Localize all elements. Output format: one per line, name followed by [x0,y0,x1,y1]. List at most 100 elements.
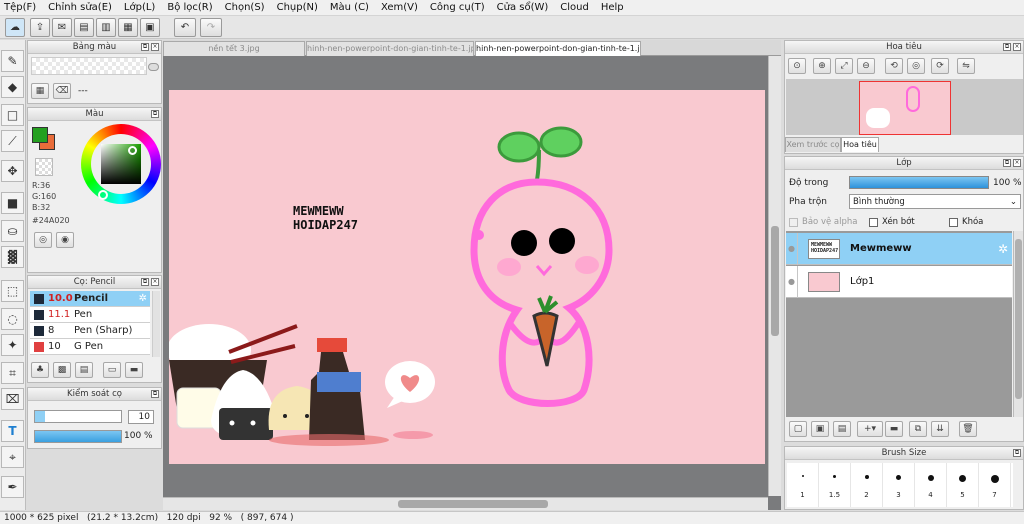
close-icon[interactable]: × [151,278,159,286]
brush-size-grid[interactable]: 1 1.5 2 3 4 5 7 [787,463,1013,507]
zoom-out-icon[interactable]: ⊖ [857,58,875,74]
flip-icon[interactable]: ⇋ [957,58,975,74]
menu-view[interactable]: Xem(V) [381,2,418,13]
add-palette-icon[interactable]: ▦ [31,83,49,99]
panel-icon[interactable]: ▦ [118,18,138,37]
chat-icon[interactable]: ✉ [52,18,72,37]
tab-doc-3[interactable]: hinh-nen-powerpoint-don-gian-tinh-te-1.j… [475,41,641,56]
brush-item-g-pen[interactable]: 10 G Pen [30,339,150,355]
brush-item-pencil[interactable]: 10.0 Pencil ✲ [30,291,150,307]
menu-tools[interactable]: Công cụ(T) [430,2,485,13]
layer-icon[interactable]: ▥ [96,18,116,37]
brush-size-cell[interactable]: 7 [979,463,1011,507]
new-layer-icon[interactable]: ▢ [789,421,807,437]
palette-swatches[interactable] [31,57,147,75]
artwork-canvas[interactable]: MEWMEWW HOIDAP247 [169,90,765,464]
float-icon[interactable]: ⧉ [1003,159,1011,167]
close-icon[interactable]: × [1013,43,1021,51]
delete-layer-icon[interactable]: 🗑 [959,421,977,437]
brush-tool-icon[interactable]: ✎ [1,50,24,72]
transparent-swatch[interactable] [35,158,53,176]
menu-color[interactable]: Màu (C) [330,2,369,13]
tab-navigator[interactable]: Hoa tiêu [841,137,879,152]
line-tool-icon[interactable]: ⟋ [1,130,24,152]
brush-size-cell[interactable]: 1 [787,463,819,507]
dropper-tool-icon[interactable]: ⌖ [1,446,24,468]
cloud-icon[interactable]: ☁ [5,18,25,37]
fill-rect-tool-icon[interactable]: ■ [1,192,24,214]
fit-window-icon[interactable]: ⤢ [835,58,853,74]
brush-opacity-slider[interactable] [34,430,122,443]
brush-item-pen-sharp[interactable]: 8 Pen (Sharp) [30,323,150,339]
float-icon[interactable]: ⧉ [1003,43,1011,51]
brush-size-cell[interactable]: 2 [851,463,883,507]
float-icon[interactable]: ⧉ [151,390,159,398]
brush-add-icon[interactable]: ♣ [31,362,49,378]
window-icon[interactable]: ▣ [140,18,160,37]
close-icon[interactable]: × [151,43,159,51]
brush-size-slider[interactable] [34,410,122,423]
color-picker-mode-icon[interactable]: ◉ [56,232,74,248]
brush-folder-icon[interactable]: ▩ [53,362,71,378]
brush-scrollbar[interactable] [152,291,160,357]
undo-icon[interactable]: ↶ [174,18,196,37]
layer-row-mewmeww[interactable]: ● MEWMEWW HOIDAP247 Mewmeww ✲ [786,232,1012,265]
foreground-color-swatch[interactable] [32,127,48,143]
new-vector-layer-icon[interactable]: ▣ [811,421,829,437]
brush-size-cell[interactable]: 1.5 [819,463,851,507]
menu-cloud[interactable]: Cloud [560,2,589,13]
brush-size-cell[interactable]: 5 [947,463,979,507]
close-icon[interactable]: × [1013,159,1021,167]
hue-handle[interactable] [98,190,108,200]
gear-icon[interactable]: ✲ [998,242,1008,256]
magic-wand-icon[interactable]: ✦ [1,334,24,356]
rotate-reset-icon[interactable]: ◎ [907,58,925,74]
pen-tool-icon[interactable]: ✒ [1,476,24,498]
select-pen-icon[interactable]: ⌗ [1,362,24,384]
bucket-tool-icon[interactable]: ⛀ [1,220,24,242]
brush-copy-icon[interactable]: ▤ [75,362,93,378]
float-icon[interactable]: ⧉ [151,110,159,118]
canvas-vscroll[interactable] [768,56,781,496]
alpha-protect-option[interactable]: Bảo vệ alpha [789,217,857,227]
text-tool-icon[interactable]: T [1,420,24,442]
gear-icon[interactable]: ✲ [139,293,147,304]
move-tool-icon[interactable]: ✥ [1,160,24,182]
float-icon[interactable]: ⧉ [141,278,149,286]
add-layer-menu-icon[interactable]: +▾ [857,421,883,437]
zoom-in-icon[interactable]: ⊕ [813,58,831,74]
eraser-tool-icon[interactable]: ◆ [1,76,24,98]
layer-scrollbar[interactable] [1013,231,1023,417]
select-rect-icon[interactable]: ⬚ [1,280,24,302]
lasso-icon[interactable]: ◌ [1,308,24,330]
rotate-right-icon[interactable]: ⟳ [931,58,949,74]
export-icon[interactable]: ⇪ [30,18,50,37]
copy-layer-icon[interactable]: ⧉ [909,421,927,437]
new-1bit-layer-icon[interactable]: ▤ [833,421,851,437]
color-wheel-mode-icon[interactable]: ◎ [34,232,52,248]
brush-menu-icon[interactable]: ▭ [103,362,121,378]
merge-layer-icon[interactable]: ⇊ [931,421,949,437]
float-icon[interactable]: ⧉ [1013,449,1021,457]
color-picker-handle[interactable] [128,146,137,155]
visibility-icon[interactable]: ● [786,232,798,265]
lock-option[interactable]: Khóa [949,217,983,227]
brush-item-pen[interactable]: 11.1 Pen [30,307,150,323]
rotate-left-icon[interactable]: ⟲ [885,58,903,74]
brush-size-value[interactable]: 10 [128,410,154,424]
layer-opacity-slider[interactable] [849,176,989,189]
clip-option[interactable]: Xén bớt [869,217,915,227]
tab-doc-2[interactable]: hinh-nen-powerpoint-don-gian-tinh-te-1.j… [306,41,474,56]
layer-row-lop1[interactable]: ● Lớp1 [786,265,1012,298]
canvas-hscroll[interactable] [163,497,768,510]
tab-doc-1[interactable]: nền tết 3.jpg [163,41,305,56]
comment-icon[interactable]: ▤ [74,18,94,37]
menu-filter[interactable]: Bộ lọc(R) [167,2,212,13]
select-eraser-icon[interactable]: ⌧ [1,388,24,410]
palette-slider[interactable] [148,63,159,71]
menu-capture[interactable]: Chụp(N) [277,2,318,13]
layer-folder-icon[interactable]: ▬ [885,421,903,437]
menu-edit[interactable]: Chỉnh sửa(E) [48,2,112,13]
rect-tool-icon[interactable]: □ [1,104,24,126]
brush-size-cell[interactable]: 4 [915,463,947,507]
